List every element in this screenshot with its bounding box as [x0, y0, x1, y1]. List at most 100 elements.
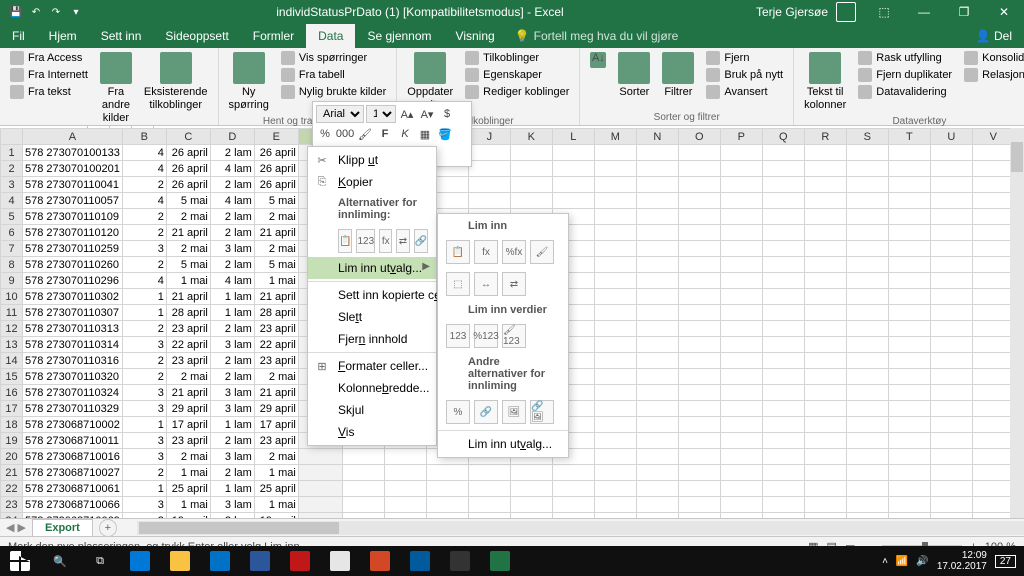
- cell-N18[interactable]: [636, 417, 678, 433]
- cell-B1[interactable]: 4: [122, 145, 166, 161]
- cell-V4[interactable]: [972, 193, 1014, 209]
- column-header-S[interactable]: S: [846, 129, 888, 145]
- cell-H22[interactable]: [384, 481, 426, 497]
- cell-P12[interactable]: [720, 321, 762, 337]
- cell-C11[interactable]: 28 april: [166, 305, 210, 321]
- cell-R15[interactable]: [804, 369, 846, 385]
- from-other-button[interactable]: Fra andre kilder: [96, 50, 136, 128]
- cell-V2[interactable]: [972, 161, 1014, 177]
- redo-icon[interactable]: ↷: [48, 4, 64, 20]
- cell-T20[interactable]: [888, 449, 930, 465]
- cell-D16[interactable]: 3 lam: [210, 385, 254, 401]
- font-size-select[interactable]: 10: [366, 105, 396, 123]
- cell-G22[interactable]: [342, 481, 384, 497]
- cell-I21[interactable]: [426, 465, 468, 481]
- menu-cut[interactable]: ✂Klipp ut: [308, 149, 436, 171]
- cell-E15[interactable]: 2 mai: [254, 369, 298, 385]
- cell-O11[interactable]: [678, 305, 720, 321]
- cell-D13[interactable]: 3 lam: [210, 337, 254, 353]
- cell-N20[interactable]: [636, 449, 678, 465]
- cell-P11[interactable]: [720, 305, 762, 321]
- column-header-R[interactable]: R: [804, 129, 846, 145]
- cell-M9[interactable]: [594, 273, 636, 289]
- cell-Q23[interactable]: [762, 497, 804, 513]
- row-header-12[interactable]: 12: [1, 321, 23, 337]
- cell-N9[interactable]: [636, 273, 678, 289]
- cell-V21[interactable]: [972, 465, 1014, 481]
- cell-S7[interactable]: [846, 241, 888, 257]
- cell-K3[interactable]: [510, 177, 552, 193]
- column-header-O[interactable]: O: [678, 129, 720, 145]
- cell-O23[interactable]: [678, 497, 720, 513]
- show-queries-button[interactable]: Vis spørringer: [277, 50, 390, 66]
- cell-P21[interactable]: [720, 465, 762, 481]
- cell-E18[interactable]: 17 april: [254, 417, 298, 433]
- cell-N13[interactable]: [636, 337, 678, 353]
- cell-P17[interactable]: [720, 401, 762, 417]
- cell-O15[interactable]: [678, 369, 720, 385]
- cell-D23[interactable]: 3 lam: [210, 497, 254, 513]
- cell-M20[interactable]: [594, 449, 636, 465]
- paste-transpose2-icon[interactable]: ⇄: [502, 272, 526, 296]
- cell-R19[interactable]: [804, 433, 846, 449]
- ribbon-options-icon[interactable]: ⬚: [864, 0, 904, 24]
- cell-P15[interactable]: [720, 369, 762, 385]
- cell-V5[interactable]: [972, 209, 1014, 225]
- cell-M15[interactable]: [594, 369, 636, 385]
- cell-U9[interactable]: [930, 273, 972, 289]
- cell-B13[interactable]: 3: [122, 337, 166, 353]
- cell-M10[interactable]: [594, 289, 636, 305]
- cell-Q16[interactable]: [762, 385, 804, 401]
- cell-T11[interactable]: [888, 305, 930, 321]
- cell-O16[interactable]: [678, 385, 720, 401]
- cell-T10[interactable]: [888, 289, 930, 305]
- cell-R14[interactable]: [804, 353, 846, 369]
- cell-E14[interactable]: 23 april: [254, 353, 298, 369]
- cell-V20[interactable]: [972, 449, 1014, 465]
- cell-M21[interactable]: [594, 465, 636, 481]
- cell-B15[interactable]: 2: [122, 369, 166, 385]
- cell-O6[interactable]: [678, 225, 720, 241]
- cell-O14[interactable]: [678, 353, 720, 369]
- cell-A2[interactable]: 578 273070100201: [23, 161, 123, 177]
- cell-A5[interactable]: 578 273070110109: [23, 209, 123, 225]
- cell-E4[interactable]: 5 mai: [254, 193, 298, 209]
- cell-V12[interactable]: [972, 321, 1014, 337]
- row-header-7[interactable]: 7: [1, 241, 23, 257]
- cell-T21[interactable]: [888, 465, 930, 481]
- cell-T2[interactable]: [888, 161, 930, 177]
- cell-B16[interactable]: 3: [122, 385, 166, 401]
- cell-R1[interactable]: [804, 145, 846, 161]
- cell-I22[interactable]: [426, 481, 468, 497]
- percent-format-icon[interactable]: %: [316, 125, 334, 143]
- row-header-3[interactable]: 3: [1, 177, 23, 193]
- filter-button[interactable]: Filtrer: [658, 50, 698, 101]
- row-header-8[interactable]: 8: [1, 257, 23, 273]
- cell-A15[interactable]: 578 273070110320: [23, 369, 123, 385]
- from-text-button[interactable]: Fra tekst: [6, 84, 92, 100]
- cell-T23[interactable]: [888, 497, 930, 513]
- cell-R13[interactable]: [804, 337, 846, 353]
- sort-az-button[interactable]: A↓: [586, 50, 610, 72]
- paste-format-icon[interactable]: fx: [379, 229, 392, 253]
- paste-link2-icon[interactable]: 🔗: [474, 400, 498, 424]
- start-button[interactable]: [0, 546, 40, 576]
- cell-F21[interactable]: [298, 465, 342, 481]
- cell-S10[interactable]: [846, 289, 888, 305]
- cell-S19[interactable]: [846, 433, 888, 449]
- cell-M5[interactable]: [594, 209, 636, 225]
- cell-U20[interactable]: [930, 449, 972, 465]
- cell-F23[interactable]: [298, 497, 342, 513]
- cell-N8[interactable]: [636, 257, 678, 273]
- cell-M3[interactable]: [594, 177, 636, 193]
- cell-P8[interactable]: [720, 257, 762, 273]
- paste-keep-source-icon[interactable]: 🖌: [530, 240, 554, 264]
- cell-U1[interactable]: [930, 145, 972, 161]
- cell-P23[interactable]: [720, 497, 762, 513]
- column-header-P[interactable]: P: [720, 129, 762, 145]
- cell-E12[interactable]: 23 april: [254, 321, 298, 337]
- cell-U2[interactable]: [930, 161, 972, 177]
- cell-A20[interactable]: 578 273068710016: [23, 449, 123, 465]
- cell-R6[interactable]: [804, 225, 846, 241]
- maximize-button[interactable]: ❐: [944, 0, 984, 24]
